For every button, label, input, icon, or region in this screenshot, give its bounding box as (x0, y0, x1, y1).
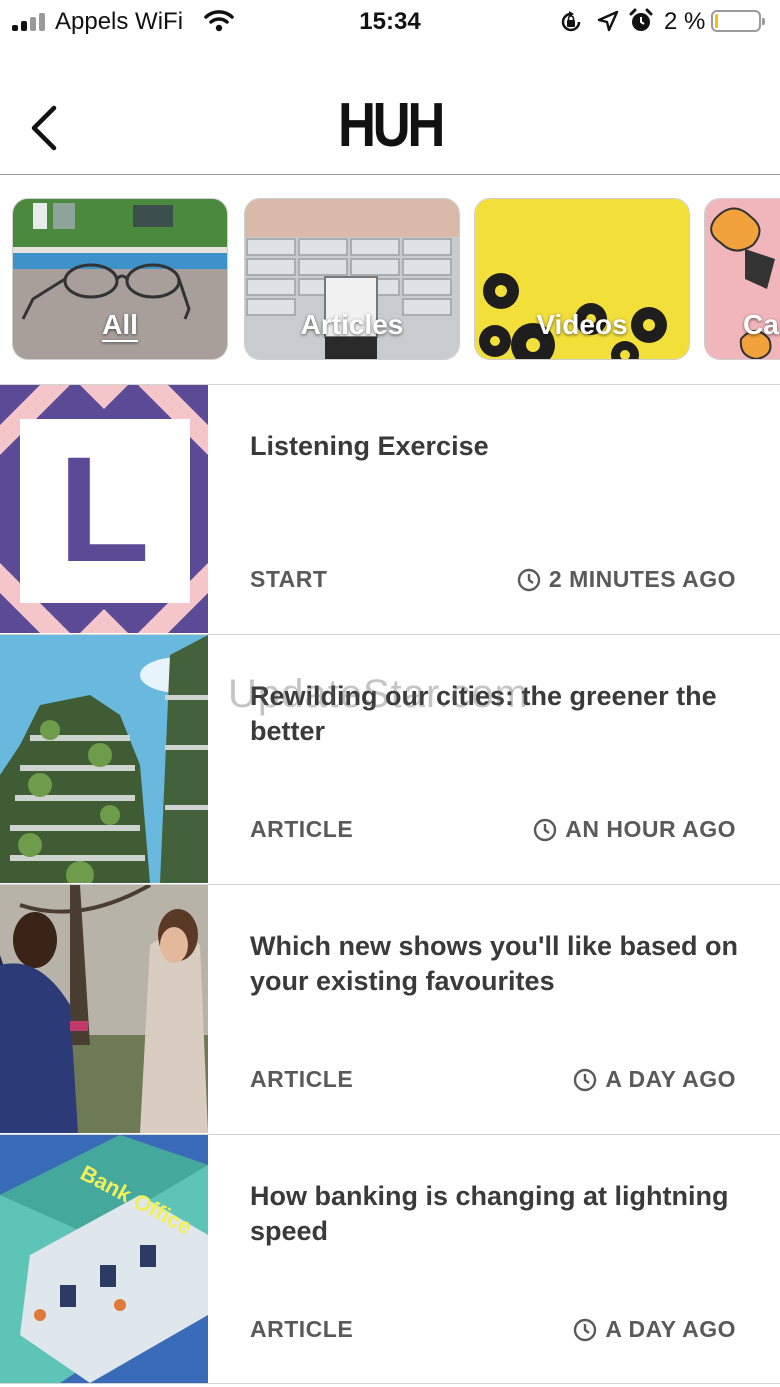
clock-icon (574, 1068, 597, 1091)
navigation-bar: HUH (0, 44, 780, 175)
item-title: Rewilding our cities: the greener the be… (250, 681, 717, 746)
list-item[interactable]: Rewilding our cities: the greener the be… (0, 634, 780, 884)
location-icon (597, 10, 619, 32)
category-all[interactable]: All (12, 198, 228, 360)
item-thumbnail (0, 635, 208, 883)
app-logo: HUH (338, 91, 445, 160)
item-type: ARTICLE (250, 816, 354, 842)
category-label: All (102, 309, 138, 340)
category-label: Videos (536, 309, 628, 340)
item-type: START (250, 566, 328, 592)
alarm-icon (629, 8, 653, 31)
thumbnail-letter: L (58, 425, 150, 593)
list-item[interactable]: Bank Office How banking is changing at l… (0, 1134, 780, 1384)
category-videos[interactable]: Videos (474, 198, 690, 360)
category-articles[interactable]: Articles (244, 198, 460, 360)
item-title: How banking is changing at lightning spe… (250, 1181, 729, 1246)
category-carousel[interactable]: All Articles Videos Ca (0, 176, 780, 384)
clock-icon (534, 818, 557, 841)
item-time: 2 MINUTES AGO (517, 566, 736, 593)
item-thumbnail: Bank Office (0, 1135, 208, 1383)
back-button[interactable] (26, 104, 62, 152)
list-item[interactable]: Which new shows you'll like based on you… (0, 884, 780, 1134)
item-thumbnail: L (0, 385, 208, 633)
category-label: Articles (300, 309, 404, 340)
rotation-lock-icon (561, 11, 581, 32)
item-time-label: 2 MINUTES AGO (548, 566, 736, 592)
item-time: A DAY AGO (573, 1316, 736, 1343)
item-time-label: AN HOUR AGO (565, 816, 736, 842)
feed-list: L Listening Exercise START 2 MINUTES AGO (0, 384, 780, 1384)
item-time-label: A DAY AGO (605, 1066, 736, 1092)
clock-icon (574, 1318, 597, 1341)
category-label: Ca (743, 309, 779, 340)
list-item[interactable]: L Listening Exercise START 2 MINUTES AGO (0, 384, 780, 634)
battery-percent: 2 % (664, 8, 706, 35)
item-type: ARTICLE (250, 1316, 354, 1342)
item-title: Listening Exercise (250, 431, 489, 461)
item-type: ARTICLE (250, 1066, 354, 1092)
item-time: AN HOUR AGO (533, 816, 736, 843)
item-thumbnail (0, 885, 208, 1133)
battery-icon (711, 10, 765, 32)
item-time: A DAY AGO (573, 1066, 736, 1093)
item-title: Which new shows you'll like based on you… (250, 931, 739, 996)
status-time: 15:34 (359, 8, 421, 35)
clock-icon (517, 568, 541, 591)
item-time-label: A DAY AGO (605, 1316, 736, 1342)
category-partial[interactable]: Ca (704, 198, 780, 360)
status-bar: Appels WiFi 15:34 2 % (0, 0, 780, 44)
